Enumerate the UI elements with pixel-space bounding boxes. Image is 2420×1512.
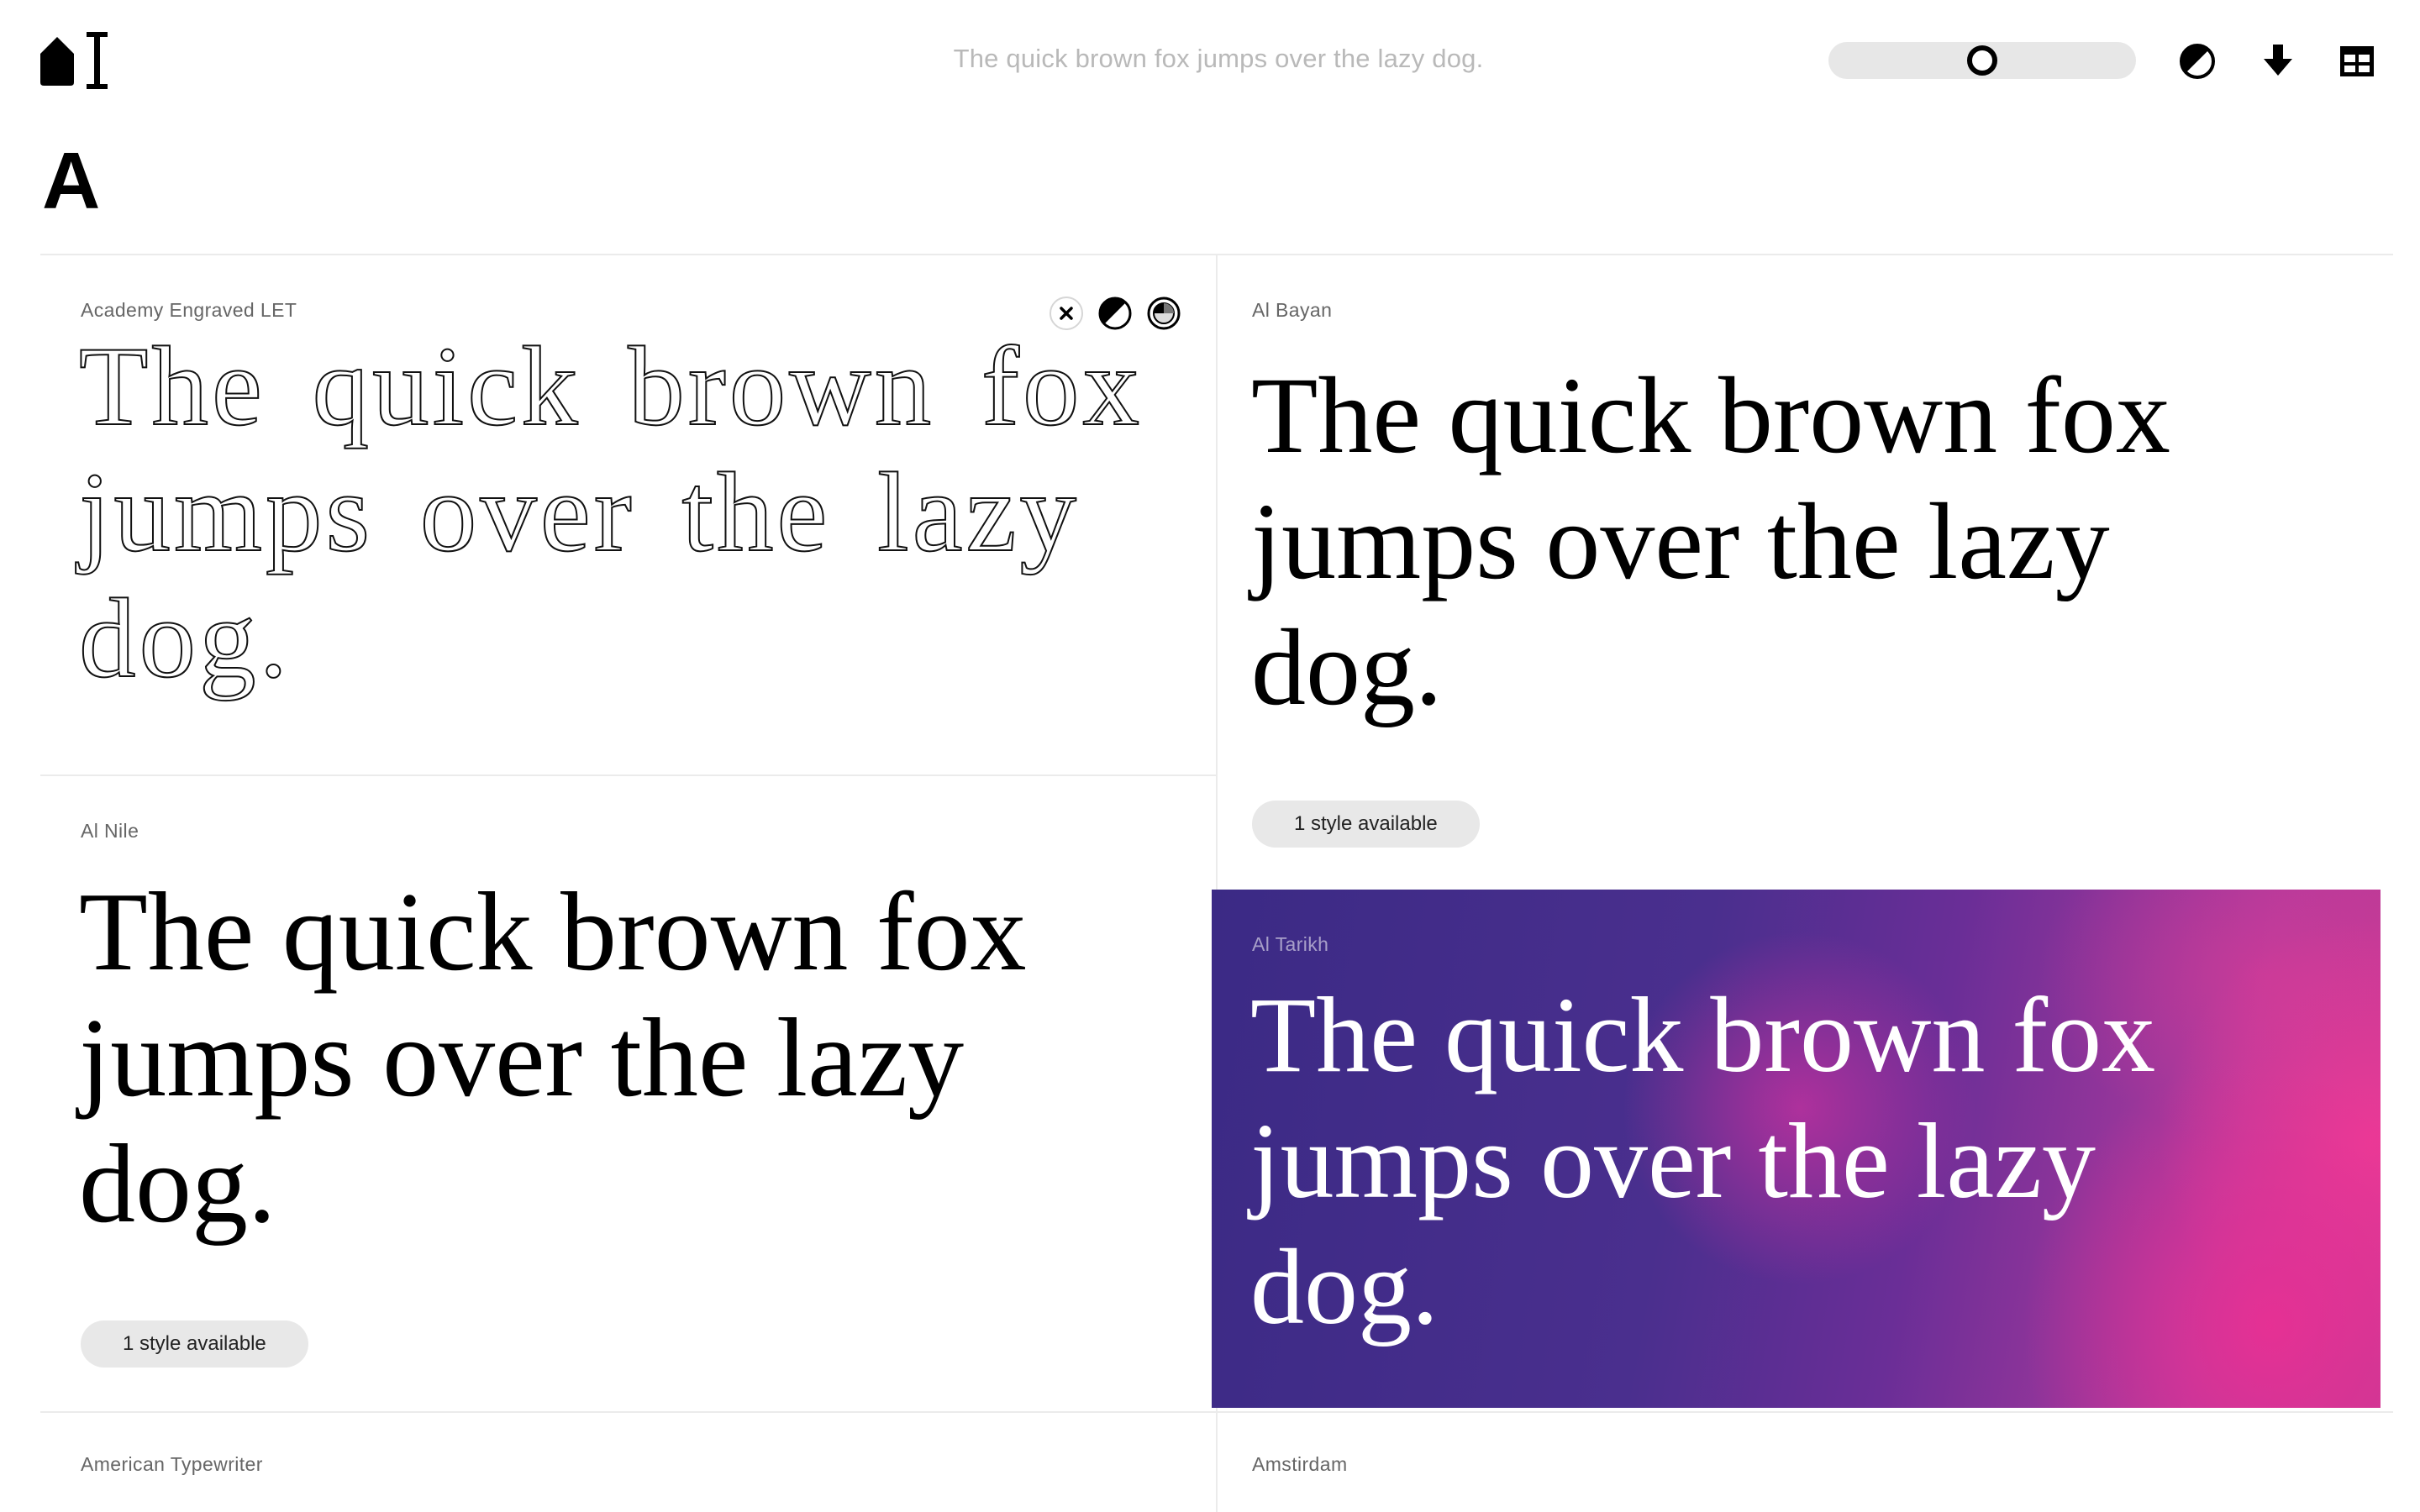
font-card-al-nile[interactable]: Al Nile The quick brown fox jumps over t… [40,776,1216,1411]
styles-available-button[interactable]: 1 style available [1252,801,1480,848]
contrast-icon[interactable] [2178,42,2217,81]
font-sample-text: The quick brown fox jumps over the lazy … [1251,355,2170,728]
font-sample-text: The quick brown fox jumps over the lazy … [78,323,1143,702]
font-size-slider[interactable] [1828,42,2136,79]
font-name-label: Al Tarikh [1252,933,1329,955]
font-name-label: Al Bayan [1252,299,1333,321]
top-bar: The quick brown fox jumps over the lazy … [0,0,2420,126]
font-sample-text: The quick brown fox jumps over the lazy … [79,869,1027,1246]
font-card-al-tarikh[interactable]: Al Tarikh The quick brown fox jumps over… [1212,890,2381,1408]
slider-knob[interactable] [1967,45,1997,76]
font-name-label: American Typewriter [81,1453,263,1475]
font-name-label: Al Nile [81,820,139,842]
font-card-american-typewriter[interactable]: American Typewriter [40,1413,1216,1512]
home-logo-icon[interactable] [39,29,114,92]
font-name-label: Academy Engraved LET [81,299,297,321]
preview-text-input[interactable]: The quick brown fox jumps over the lazy … [840,44,1597,74]
font-card-al-bayan[interactable]: Al Bayan The quick brown fox jumps over … [1218,255,2393,890]
font-name-label: Amstirdam [1252,1453,1348,1475]
section-letter-heading: A [42,136,100,226]
download-icon[interactable] [2259,42,2297,81]
font-sample-text: The quick brown fox jumps over the lazy … [1250,975,2156,1347]
styles-available-button[interactable]: 1 style available [81,1320,308,1368]
grid-layout-icon[interactable] [2338,42,2376,81]
font-card-amstirdam[interactable]: Amstirdam [1218,1413,2393,1512]
font-card-academy-engraved[interactable]: Academy Engraved LET The quick brown fox… [40,255,1216,774]
